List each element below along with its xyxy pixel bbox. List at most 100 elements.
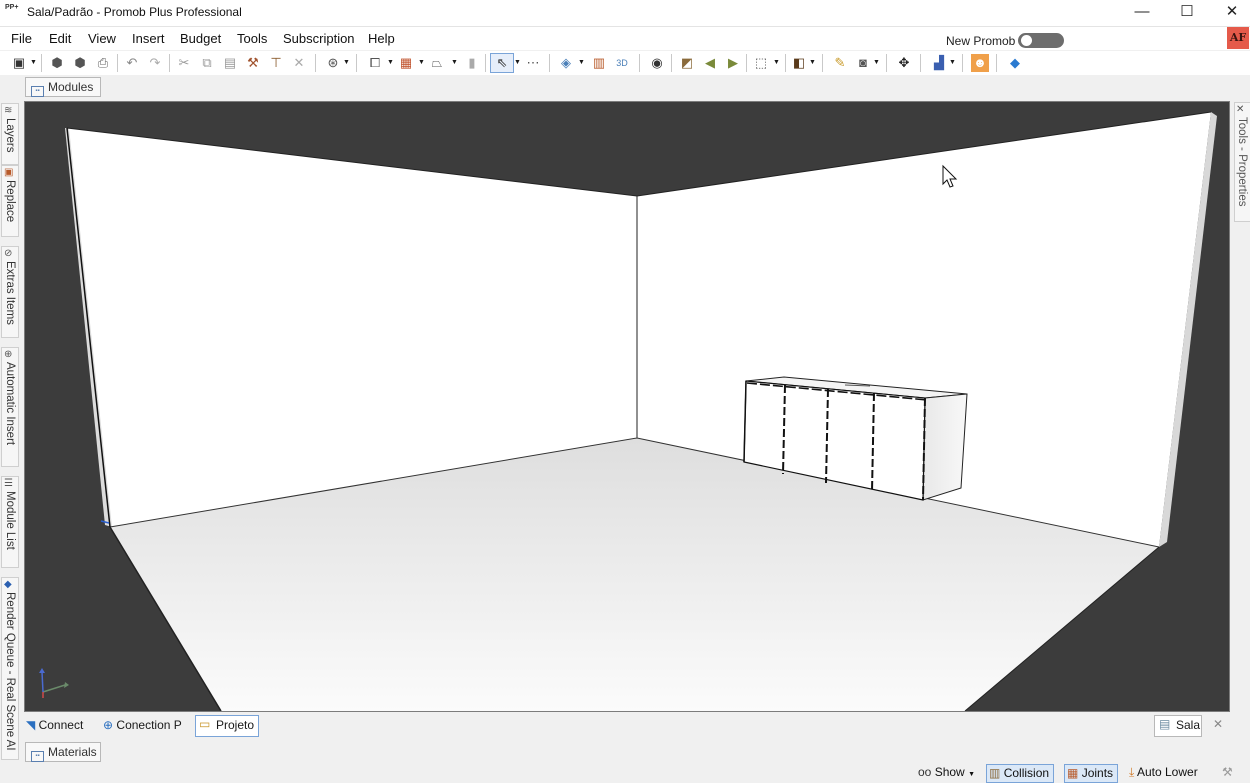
- move-icon[interactable]: ✥: [895, 54, 913, 72]
- dock-tab-automatic-insert[interactable]: ⊕ Automatic Insert: [1, 347, 19, 467]
- chevron-down-icon[interactable]: ▼: [809, 54, 817, 72]
- redo-icon[interactable]: ↷: [146, 54, 164, 72]
- camera-views-icon[interactable]: ◩: [678, 54, 696, 72]
- 3d-icon[interactable]: 3D: [613, 54, 631, 72]
- toolbar-separator: [41, 54, 42, 72]
- module-icon[interactable]: ⧠: [366, 54, 384, 72]
- dock-tab-label: Extras Items: [4, 261, 16, 325]
- pointer-icon[interactable]: ⇖: [490, 53, 514, 73]
- maximize-button[interactable]: ☐: [1165, 0, 1209, 24]
- menu-budget[interactable]: Budget: [180, 31, 221, 46]
- toolbar-separator: [746, 54, 747, 72]
- tab-projeto[interactable]: ▭ Projeto: [195, 715, 259, 737]
- close-button[interactable]: ✕: [1210, 0, 1250, 24]
- toolbar-separator: [785, 54, 786, 72]
- person-icon[interactable]: ☻: [971, 54, 989, 72]
- toggle-knob: [1021, 35, 1032, 46]
- save-icon[interactable]: ▣: [10, 54, 28, 72]
- close-tab-icon[interactable]: ✕: [1213, 717, 1223, 731]
- render-icon: ◆: [4, 579, 12, 590]
- toolbar-separator: [485, 54, 486, 72]
- cut-icon[interactable]: ✂: [175, 54, 193, 72]
- menu-file[interactable]: File: [11, 31, 32, 46]
- tab-sala[interactable]: ▤ Sala: [1154, 715, 1202, 737]
- collision-label: Collision: [1003, 766, 1050, 780]
- chevron-down-icon[interactable]: ▼: [873, 54, 881, 72]
- print-icon[interactable]: ⎙: [94, 54, 112, 72]
- wrench-icon[interactable]: ⚒: [1222, 764, 1233, 781]
- hammer-icon[interactable]: ⚒: [244, 54, 262, 72]
- tab-sala-label: Sala: [1176, 718, 1201, 732]
- menu-subscription[interactable]: Subscription: [283, 31, 355, 46]
- auto-lower-toggle[interactable]: ⤓ Auto Lower: [1129, 764, 1198, 781]
- paint-roller-icon[interactable]: ⊤: [267, 54, 285, 72]
- photo-icon[interactable]: ◙: [854, 54, 872, 72]
- eye-icon[interactable]: ◉: [648, 54, 666, 72]
- chevron-down-icon[interactable]: ▼: [343, 54, 351, 72]
- chevron-down-icon[interactable]: ▼: [773, 54, 781, 72]
- box-view-icon[interactable]: ⬚: [752, 54, 770, 72]
- menu-insert[interactable]: Insert: [132, 31, 165, 46]
- wall-icon[interactable]: ▦: [397, 54, 415, 72]
- chevron-down-icon[interactable]: ▼: [451, 54, 459, 72]
- color-palette-icon[interactable]: ▟: [930, 54, 948, 72]
- globe-icon: ⊕: [103, 718, 114, 732]
- joints-toggle[interactable]: ▦ Joints: [1064, 764, 1119, 783]
- chevron-down-icon[interactable]: ▼: [418, 54, 426, 72]
- 3d-viewport[interactable]: [24, 101, 1230, 712]
- layers-icon[interactable]: ◈: [557, 54, 575, 72]
- measure-icon[interactable]: ▥: [590, 54, 608, 72]
- minimize-button[interactable]: —: [1120, 0, 1164, 24]
- chevron-down-icon[interactable]: ▼: [30, 54, 38, 72]
- dock-tab-replace[interactable]: ▣ Replace: [1, 165, 19, 237]
- chevron-down-icon[interactable]: ▼: [578, 54, 586, 72]
- cube-icon[interactable]: ◧: [790, 54, 808, 72]
- toolbar-separator: [886, 54, 887, 72]
- menu-tools[interactable]: Tools: [237, 31, 267, 46]
- dock-tab-module-list[interactable]: ☰ Module List: [1, 476, 19, 568]
- undo-icon[interactable]: ↶: [123, 54, 141, 72]
- modules-tab-label: Modules: [48, 80, 94, 94]
- delete-icon[interactable]: ✕: [290, 54, 308, 72]
- menu-help[interactable]: Help: [368, 31, 395, 46]
- menu-view[interactable]: View: [88, 31, 116, 46]
- copy-icon[interactable]: ⧉: [198, 54, 216, 72]
- globe-icon[interactable]: ⊛: [324, 54, 342, 72]
- list-icon: ☰: [4, 478, 13, 489]
- paste-icon[interactable]: ▤: [221, 54, 239, 72]
- tab-connect[interactable]: ◥ Connect: [26, 716, 83, 734]
- arrow-left-icon[interactable]: ◀: [701, 54, 719, 72]
- chat-icon[interactable]: ◆: [1006, 54, 1024, 72]
- collision-toggle[interactable]: ▥ Collision: [986, 764, 1055, 783]
- open-icon[interactable]: ⬢: [48, 54, 66, 72]
- collision-icon: ▥: [989, 766, 1001, 780]
- arrow-right-icon[interactable]: ▶: [724, 54, 742, 72]
- chevron-down-icon[interactable]: ▼: [514, 54, 522, 72]
- cloud-icon[interactable]: ⬢: [71, 54, 89, 72]
- dock-tab-extras-items[interactable]: ⊘ Extras Items: [1, 246, 19, 338]
- dock-tab-label: Module List: [4, 491, 16, 550]
- materials-tab[interactable]: ▪▪ Materials: [25, 742, 101, 762]
- tab-connect-label: Connect: [38, 718, 84, 732]
- tab-conection-p[interactable]: ⊕ Conection P: [103, 716, 182, 734]
- right-dock-tab-tools-properties[interactable]: ✕ Tools - Properties: [1234, 102, 1250, 222]
- new-promob-toggle[interactable]: [1018, 33, 1064, 48]
- modules-tab[interactable]: ▪▪ Modules: [25, 77, 101, 97]
- dock-tab-layers[interactable]: ≋ Layers: [1, 103, 19, 165]
- materials-tab-label: Materials: [48, 745, 97, 759]
- column-icon[interactable]: ▮: [463, 54, 481, 72]
- layers-icon: ≋: [4, 105, 13, 116]
- menu-edit[interactable]: Edit: [49, 31, 71, 46]
- tab-conection-p-label: Conection P: [116, 718, 182, 732]
- shape-icon[interactable]: ⏢: [428, 54, 446, 72]
- chevron-down-icon[interactable]: ▼: [949, 54, 957, 72]
- show-button[interactable]: oo Show ▼: [918, 764, 975, 781]
- user-avatar[interactable]: AF: [1227, 27, 1249, 49]
- glasses-icon: oo: [918, 765, 932, 779]
- dimension-icon[interactable]: ⋯: [524, 54, 542, 72]
- chevron-down-icon[interactable]: ▼: [387, 54, 395, 72]
- light-icon[interactable]: ✎: [831, 54, 849, 72]
- room-scene: [39, 111, 1217, 711]
- dock-tab-render-queue[interactable]: ◆ Render Queue - Real Scene AI: [1, 577, 19, 760]
- toolbar-separator: [169, 54, 170, 72]
